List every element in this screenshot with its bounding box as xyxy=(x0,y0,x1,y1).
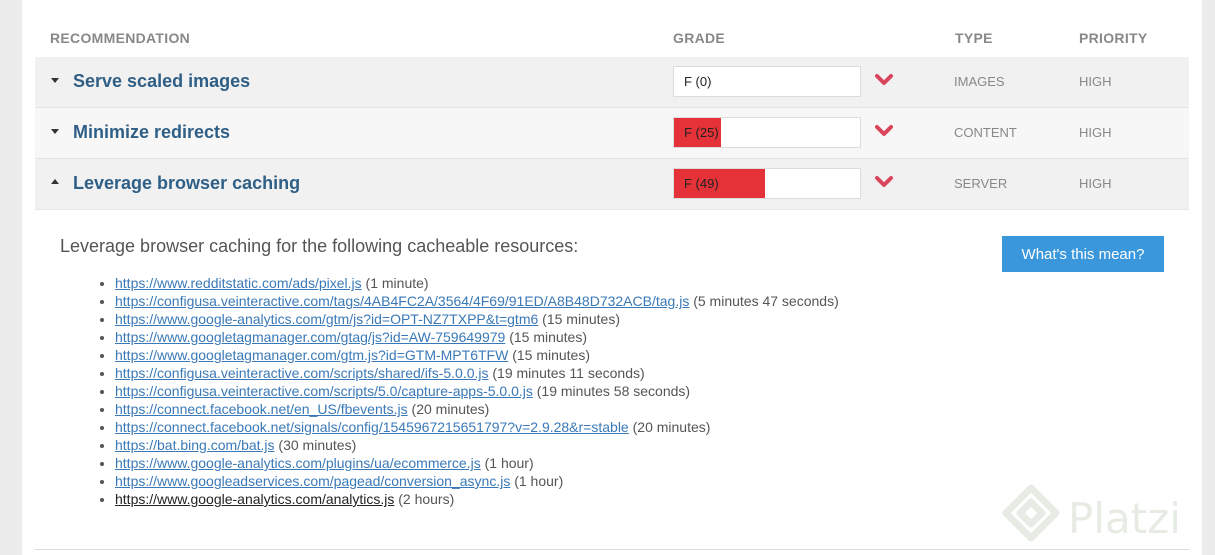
chevron-down-icon[interactable] xyxy=(875,124,893,138)
caret-down-icon xyxy=(51,129,59,134)
resource-link[interactable]: https://www.googletagmanager.com/gtm.js?… xyxy=(115,347,508,363)
resource-duration: (15 minutes) xyxy=(509,329,588,345)
recommendation-row-minimize-redirects[interactable]: Minimize redirects F (25) CONTENT HIGH xyxy=(35,108,1189,159)
recommendation-title: Leverage browser caching xyxy=(73,173,301,193)
caret-up-icon xyxy=(51,179,59,184)
resource-link[interactable]: https://bat.bing.com/bat.js xyxy=(115,437,275,453)
resource-link[interactable]: https://www.google-analytics.com/gtm/js?… xyxy=(115,311,538,327)
list-item: https://www.redditstatic.com/ads/pixel.j… xyxy=(115,274,839,292)
resource-duration: (19 minutes 11 seconds) xyxy=(492,365,645,381)
resource-link[interactable]: https://www.googleadservices.com/pagead/… xyxy=(115,473,510,489)
grade-label: F (0) xyxy=(684,74,712,89)
whats-this-mean-button[interactable]: What's this mean? xyxy=(1002,236,1164,272)
recommendation-row-serve-scaled-images[interactable]: Serve scaled images F (0) IMAGES HIGH xyxy=(35,57,1189,108)
caret-down-icon xyxy=(51,78,59,83)
resource-duration: (2 hours) xyxy=(398,491,455,507)
resource-link[interactable]: https://www.google-analytics.com/plugins… xyxy=(115,455,481,471)
list-item: https://www.googletagmanager.com/gtag/js… xyxy=(115,328,839,346)
resource-duration: (5 minutes 47 seconds) xyxy=(693,293,839,309)
resource-link[interactable]: https://www.googletagmanager.com/gtag/js… xyxy=(115,329,505,345)
resource-duration: (1 hour) xyxy=(514,473,564,489)
resource-duration: (20 minutes) xyxy=(632,419,711,435)
resource-duration: (15 minutes) xyxy=(542,311,620,327)
platzi-logo-icon xyxy=(1002,484,1060,542)
list-item: https://configusa.veinteractive.com/scri… xyxy=(115,382,839,400)
resource-duration: (20 minutes) xyxy=(411,401,490,417)
resource-link[interactable]: https://configusa.veinteractive.com/scri… xyxy=(115,383,533,399)
priority-label: HIGH xyxy=(1079,176,1112,191)
type-label: CONTENT xyxy=(954,125,1017,140)
list-item: https://www.google-analytics.com/analyti… xyxy=(115,490,839,508)
resource-link[interactable]: https://configusa.veinteractive.com/scri… xyxy=(115,365,489,381)
chevron-down-icon[interactable] xyxy=(875,175,893,189)
type-label: SERVER xyxy=(954,176,1008,191)
resource-link[interactable]: https://www.google-analytics.com/analyti… xyxy=(115,491,394,507)
recommendations-panel: RECOMMENDATION GRADE TYPE PRIORITY Serve… xyxy=(22,0,1202,555)
resource-duration: (30 minutes) xyxy=(278,437,357,453)
resource-duration: (19 minutes 58 seconds) xyxy=(536,383,691,399)
grade-label: F (49) xyxy=(684,176,719,191)
grade-bar: F (49) xyxy=(673,168,861,199)
header-grade: GRADE xyxy=(673,30,726,46)
recommendation-title: Minimize redirects xyxy=(73,122,231,142)
recommendation-row-leverage-browser-caching[interactable]: Leverage browser caching F (49) SERVER H… xyxy=(35,159,1189,210)
resource-link[interactable]: https://www.redditstatic.com/ads/pixel.j… xyxy=(115,275,362,291)
list-item: https://www.google-analytics.com/plugins… xyxy=(115,454,839,472)
header-recommendation: RECOMMENDATION xyxy=(50,30,191,46)
header-priority: PRIORITY xyxy=(1079,30,1148,46)
resource-link[interactable]: https://connect.facebook.net/en_US/fbeve… xyxy=(115,401,408,417)
header-type: TYPE xyxy=(955,30,993,46)
platzi-watermark: Platzi xyxy=(1000,480,1205,550)
list-item: https://www.googleadservices.com/pagead/… xyxy=(115,472,839,490)
grade-bar: F (25) xyxy=(673,117,861,148)
list-item: https://www.googletagmanager.com/gtm.js?… xyxy=(115,346,839,364)
resource-link[interactable]: https://configusa.veinteractive.com/tags… xyxy=(115,293,689,309)
grade-bar: F (0) xyxy=(673,66,861,97)
resource-link[interactable]: https://connect.facebook.net/signals/con… xyxy=(115,419,629,435)
resource-duration: (1 hour) xyxy=(484,455,534,471)
recommendation-title: Serve scaled images xyxy=(73,71,251,91)
list-item: https://www.google-analytics.com/gtm/js?… xyxy=(115,310,839,328)
resource-list: https://www.redditstatic.com/ads/pixel.j… xyxy=(95,274,839,508)
chevron-down-icon[interactable] xyxy=(875,73,893,87)
table-header: RECOMMENDATION GRADE TYPE PRIORITY xyxy=(22,0,1202,57)
resource-duration: (1 minute) xyxy=(365,275,429,291)
type-label: IMAGES xyxy=(954,74,1005,89)
resource-duration: (15 minutes) xyxy=(512,347,591,363)
list-item: https://bat.bing.com/bat.js (30 minutes) xyxy=(115,436,839,454)
list-item: https://connect.facebook.net/signals/con… xyxy=(115,418,839,436)
priority-label: HIGH xyxy=(1079,125,1112,140)
list-item: https://configusa.veinteractive.com/scri… xyxy=(115,364,839,382)
list-item: https://connect.facebook.net/en_US/fbeve… xyxy=(115,400,839,418)
list-item: https://configusa.veinteractive.com/tags… xyxy=(115,292,839,310)
priority-label: HIGH xyxy=(1079,74,1112,89)
watermark-text: Platzi xyxy=(1068,494,1181,543)
grade-label: F (25) xyxy=(684,125,719,140)
details-intro: Leverage browser caching for the followi… xyxy=(60,236,579,256)
